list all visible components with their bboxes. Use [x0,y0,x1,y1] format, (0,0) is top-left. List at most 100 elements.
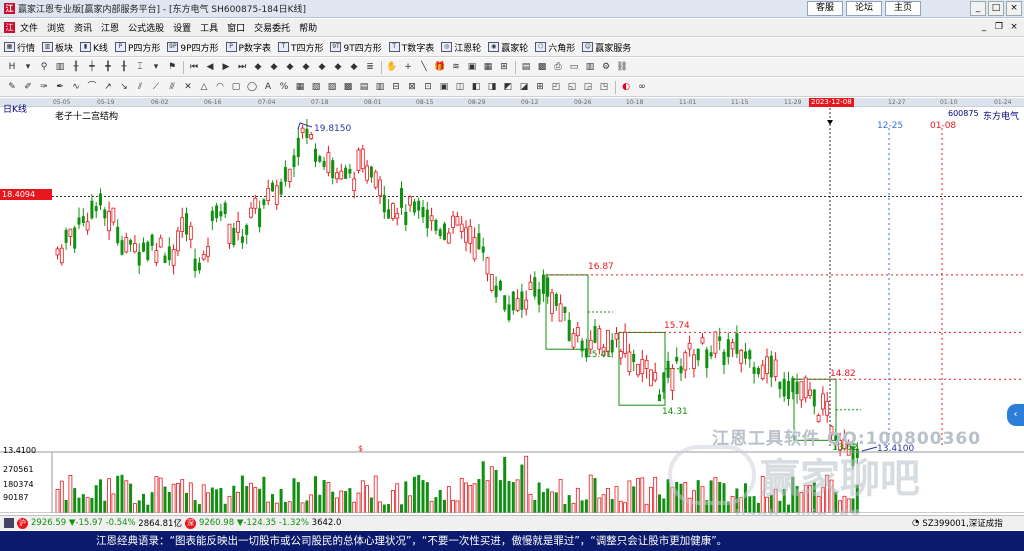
fan2-icon[interactable]: ⟋ [150,81,162,93]
grid7-icon[interactable]: ▥ [374,81,386,93]
service-button[interactable]: ☺ 赢家服务 [582,41,631,54]
grid19-icon[interactable]: ◱ [566,81,578,93]
menu-gann[interactable]: 江恩 [101,21,119,34]
zoom-icon[interactable]: ⚲ [38,61,50,73]
ray-icon[interactable]: ↗ [102,81,114,93]
print-icon[interactable]: ⎙ [552,61,564,73]
pen-icon[interactable]: ✎ [6,81,18,93]
winner-wheel-button[interactable]: ◉ 赢家轮 [488,41,528,54]
window-icon[interactable]: ▭ [568,61,580,73]
grid11-icon[interactable]: ▣ [438,81,450,93]
9p-square-button[interactable]: 9P 9P四方形 [167,41,219,54]
menu-file[interactable]: 文件 [20,21,38,34]
diamond3-icon[interactable]: ◆ [284,61,296,73]
tool3-icon[interactable]: ▦ [482,61,494,73]
menu-window[interactable]: 窗口 [227,21,245,34]
diamond5-icon[interactable]: ◆ [316,61,328,73]
chart-type-icon[interactable]: ⌶ [134,61,146,73]
tool1-icon[interactable]: ≋ [450,61,462,73]
grid3-icon[interactable]: ▧ [310,81,322,93]
home-link[interactable]: 主页 [885,1,921,16]
diamond1-icon[interactable]: ◆ [252,61,264,73]
cursor-icon[interactable]: H [6,61,18,73]
status-grid-icon[interactable] [4,518,14,528]
mdi-close-icon[interactable]: × [1008,21,1020,33]
gift-icon[interactable]: 🎁 [434,61,446,73]
candle3-icon[interactable]: ╋ [102,61,114,73]
ellipse-icon[interactable]: ◯ [246,81,258,93]
grid15-icon[interactable]: ◩ [502,81,514,93]
t-square-button[interactable]: T T四方形 [277,41,323,54]
cross-icon[interactable]: ✕ [182,81,194,93]
p-number-table-button[interactable]: P P数字表 [225,41,271,54]
text-icon[interactable]: A [262,81,274,93]
pen4-icon[interactable]: ✒ [54,81,66,93]
diamond6-icon[interactable]: ◆ [332,61,344,73]
gann-wheel-button[interactable]: ◎ 江恩轮 [441,41,481,54]
tool4-icon[interactable]: ⊞ [498,61,510,73]
mdi-minimize-icon[interactable]: _ [978,21,990,33]
grid9-icon[interactable]: ⊠ [406,81,418,93]
grid16-icon[interactable]: ◪ [518,81,530,93]
infinity-icon[interactable]: ∞ [636,81,648,93]
curve2-icon[interactable]: ⌒ [86,81,98,93]
menu-trade[interactable]: 交易委托 [254,21,290,34]
forum-link[interactable]: 论坛 [846,1,882,16]
grid18-icon[interactable]: ◰ [550,81,562,93]
quotes-button[interactable]: ▦ 行情 [4,41,35,54]
menu-help[interactable]: 帮助 [299,21,317,34]
candle-icon[interactable]: ╫ [70,61,82,73]
diamond2-icon[interactable]: ◆ [268,61,280,73]
candle2-icon[interactable]: ┿ [86,61,98,73]
curve-icon[interactable]: ∿ [70,81,82,93]
grid2-icon[interactable]: ▦ [294,81,306,93]
first-icon[interactable]: ⏮ [188,61,200,73]
next-icon[interactable]: ▶ [220,61,232,73]
candle4-icon[interactable]: ╂ [118,61,130,73]
menu-browse[interactable]: 浏览 [47,21,65,34]
9t-square-button[interactable]: 9T 9T四方形 [330,41,382,54]
diamond4-icon[interactable]: ◆ [300,61,312,73]
calc-icon[interactable]: ▤ [520,61,532,73]
ray2-icon[interactable]: ↘ [118,81,130,93]
settings-icon[interactable]: ⚙ [600,61,612,73]
rect-icon[interactable]: ▢ [230,81,242,93]
menu-tools[interactable]: 工具 [200,21,218,34]
customer-service-link[interactable]: 客服 [807,1,843,16]
save-icon[interactable]: ▩ [536,61,548,73]
last-icon[interactable]: ⏭ [236,61,248,73]
grid14-icon[interactable]: ◨ [486,81,498,93]
menu-settings[interactable]: 设置 [173,21,191,34]
arrow-down-icon[interactable]: ▾ [150,61,162,73]
kline-button[interactable]: ▮ K线 [80,41,108,54]
grid12-icon[interactable]: ◫ [454,81,466,93]
minimize-button[interactable]: _ [970,1,986,16]
side-panel-button[interactable]: ‹ [1007,404,1024,426]
tri-icon[interactable]: △ [198,81,210,93]
flag-icon[interactable]: ⚑ [166,61,178,73]
menu-news[interactable]: 资讯 [74,21,92,34]
grid8-icon[interactable]: ⊟ [390,81,402,93]
hexagon-button[interactable]: ⬡ 六角形 [535,41,575,54]
sector-button[interactable]: ▥ 板块 [42,41,73,54]
diamond7-icon[interactable]: ◆ [348,61,360,73]
channel-icon[interactable]: ⫻ [166,81,178,93]
stack-icon[interactable]: ≣ [364,61,376,73]
color-icon[interactable]: ◐ [620,81,632,93]
mdi-restore-icon[interactable]: ❐ [993,21,1005,33]
t-number-table-button[interactable]: T T数字表 [388,41,434,54]
grid20-icon[interactable]: ◲ [582,81,594,93]
line-icon[interactable]: ╲ [418,61,430,73]
grid13-icon[interactable]: ◧ [470,81,482,93]
percent-icon[interactable]: % [278,81,290,93]
grid10-icon[interactable]: ⊡ [422,81,434,93]
grid21-icon[interactable]: ◳ [598,81,610,93]
close-button[interactable]: × [1006,1,1022,16]
maximize-button[interactable]: □ [988,1,1004,16]
chevron-down-icon[interactable]: ▾ [22,61,34,73]
prev-icon[interactable]: ◀ [204,61,216,73]
layout-icon[interactable]: ▥ [584,61,596,73]
pen2-icon[interactable]: ✐ [22,81,34,93]
crosshair-icon[interactable]: + [402,61,414,73]
refresh-icon[interactable]: ◔ [912,518,919,528]
